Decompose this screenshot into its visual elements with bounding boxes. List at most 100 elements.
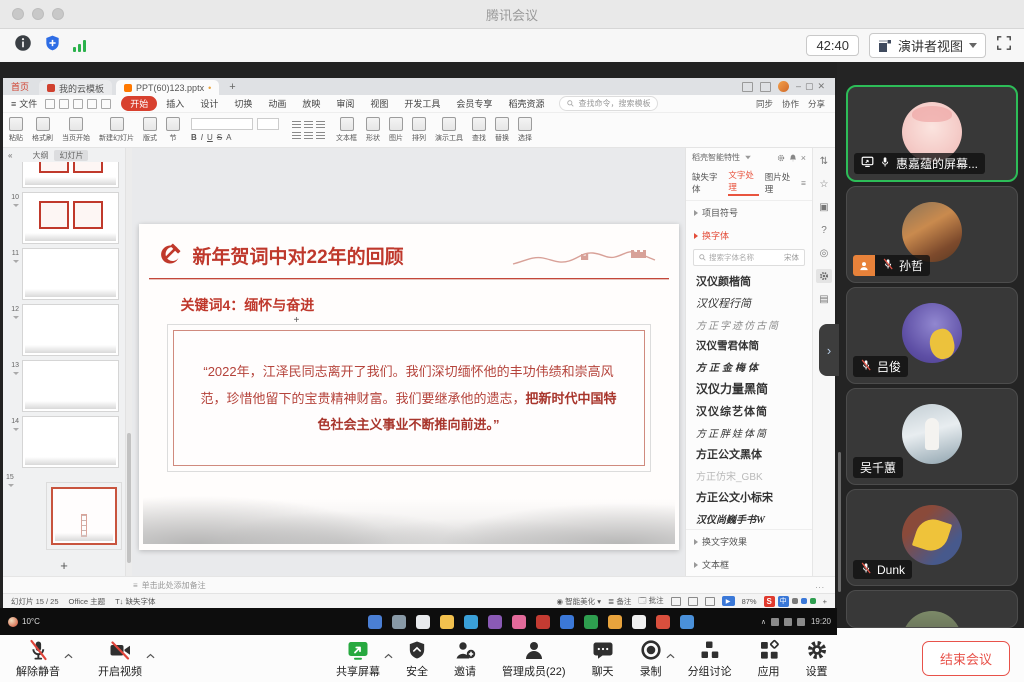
panel-tab-2[interactable]: 图片处理 — [765, 171, 795, 195]
menu-tab-4[interactable]: 动画 — [261, 96, 293, 111]
quick-access-icons[interactable] — [45, 99, 111, 109]
participant-tile-Dunk[interactable]: Dunk — [846, 489, 1018, 586]
command-search-box[interactable]: 查找命令，搜索模板 — [559, 96, 658, 111]
toolbar-settings-button[interactable]: 设置 — [806, 638, 828, 679]
taskbar-app-icon[interactable] — [560, 615, 574, 629]
toolbar-apps-button[interactable]: 应用 — [758, 638, 780, 679]
notes-bar[interactable]: ≡ 单击此处添加备注 ... — [3, 576, 835, 593]
chevron-up-icon[interactable] — [666, 646, 675, 664]
font-option[interactable]: 汉仪程行简 — [686, 292, 812, 314]
wps-template-tab[interactable]: 我的云模板 — [39, 80, 112, 96]
section-text-effects[interactable]: 换文字效果 — [686, 530, 812, 553]
format-button-B[interactable]: B — [191, 133, 197, 142]
menu-tab-2[interactable]: 设计 — [193, 96, 225, 111]
slide-thumbnail-12[interactable]: 12 — [3, 302, 125, 358]
menu-tab-0[interactable]: 开始 — [121, 96, 157, 111]
zoom-in-button[interactable]: + — [823, 597, 827, 606]
split-view-icon[interactable] — [742, 82, 753, 92]
settings-rail-icon[interactable] — [816, 269, 832, 283]
slide-thumbnail-10[interactable]: 10 — [3, 190, 125, 246]
notes-toggle[interactable]: ≣ 备注 — [608, 596, 631, 607]
font-name-select[interactable] — [191, 118, 253, 130]
ime-mic-icon[interactable] — [792, 598, 798, 604]
menu-right-2[interactable]: 分享 — [808, 98, 825, 110]
participant-tile-吕俊[interactable]: 吕俊 — [846, 287, 1018, 384]
view-mode-dropdown[interactable]: 演讲者视图 — [869, 33, 986, 58]
section-textbox[interactable]: 文本框 — [686, 553, 812, 576]
protection-shield-icon[interactable] — [44, 34, 61, 57]
taskbar-app-icon[interactable] — [656, 615, 670, 629]
taskbar-app-icon[interactable] — [680, 615, 694, 629]
copy-panel-icon[interactable]: ▣ — [816, 200, 832, 214]
menu-tab-6[interactable]: 审阅 — [329, 96, 361, 111]
ribbon-文本框[interactable]: 文本框 — [336, 117, 357, 143]
wps-account-avatar[interactable] — [778, 81, 789, 92]
outline-tab[interactable]: 大纲 — [32, 150, 48, 161]
ribbon-节[interactable]: 节 — [166, 117, 180, 143]
network-signal-icon[interactable] — [73, 40, 86, 52]
ribbon-演示工具[interactable]: 演示工具 — [435, 117, 463, 143]
smart-beautify-button[interactable]: ◉ 智能美化 ▾ — [557, 596, 602, 607]
toolbar-chat-button[interactable]: 聊天 — [592, 638, 614, 679]
align-icons[interactable] — [292, 132, 325, 140]
participant-tile-partial[interactable] — [846, 590, 1018, 628]
taskbar-app-icon[interactable] — [392, 615, 406, 629]
format-button-I[interactable]: I — [201, 133, 203, 142]
taskbar-app-icon[interactable] — [440, 615, 454, 629]
slide-thumbnail-14[interactable]: 14 — [3, 414, 125, 470]
collapse-panel-icon[interactable]: « — [8, 151, 12, 160]
notes-more-button[interactable]: ... — [815, 581, 825, 590]
font-size-select[interactable] — [257, 118, 279, 130]
ribbon-替换[interactable]: 替换 — [495, 117, 509, 143]
toolbar-record-button[interactable]: 录制 — [640, 638, 662, 679]
font-filter-label[interactable]: 宋体 — [784, 252, 799, 263]
zoom-level[interactable]: 87% — [742, 597, 757, 606]
taskbar-app-icon[interactable] — [632, 615, 646, 629]
font-option[interactable]: 方正胖娃体简 — [686, 422, 812, 443]
panel-tab-1[interactable]: 文字处理 — [728, 169, 758, 196]
menu-tab-9[interactable]: 会员专享 — [449, 96, 499, 111]
taskbar-app-icon[interactable] — [584, 615, 598, 629]
panel-menu-icon[interactable]: ≡ — [801, 178, 806, 188]
font-option[interactable]: 方正公文小标宋 — [686, 486, 812, 508]
format-button-S[interactable]: S — [217, 133, 222, 142]
participant-tile-吴千蕙[interactable]: 吴千蕙 — [846, 388, 1018, 485]
toolbar-breakout-button[interactable]: 分组讨论 — [688, 638, 732, 679]
slide-canvas[interactable]: 新年贺词中对22年的回顾 关键词4：缅怀与奋进 + — [132, 148, 685, 576]
taskbar-app-icon[interactable] — [464, 615, 478, 629]
normal-view-icon[interactable] — [671, 597, 681, 606]
menu-right-0[interactable]: 同步 — [756, 98, 773, 110]
slides-tab[interactable]: 幻灯片 — [54, 150, 88, 161]
missing-font-status[interactable]: T↓ 缺失字体 — [115, 596, 155, 607]
font-option[interactable]: 汉仪雪君体简 — [686, 335, 812, 356]
fullscreen-icon[interactable] — [996, 35, 1012, 56]
font-option[interactable]: 汉仪力量黑简 — [686, 377, 812, 400]
taskbar-weather[interactable]: 10°C — [8, 617, 40, 627]
panel-tab-0[interactable]: 缺失字体 — [692, 171, 722, 195]
close-panel-icon[interactable]: × — [801, 153, 806, 163]
slideshow-play-button[interactable]: ▶ — [722, 596, 735, 606]
font-option[interactable]: 方正仿宋_GBK — [686, 465, 812, 486]
ribbon-查找[interactable]: 查找 — [472, 117, 486, 143]
chevron-up-icon[interactable] — [64, 646, 73, 664]
reading-view-icon[interactable] — [705, 597, 715, 606]
wps-home-tab[interactable]: 首页 — [11, 80, 29, 93]
format-button-A[interactable]: A — [226, 133, 231, 142]
end-meeting-button[interactable]: 结束会议 — [922, 641, 1010, 676]
format-button-U[interactable]: U — [207, 133, 213, 142]
font-option[interactable]: 汉仪颜楷简 — [686, 270, 812, 292]
font-option[interactable]: 汉仪尚巍手书W — [686, 508, 812, 529]
section-change-font[interactable]: 换字体 — [686, 224, 812, 247]
sogou-ime-icon[interactable]: S — [764, 596, 775, 607]
wps-window-controls[interactable]: –▢✕ — [796, 81, 829, 92]
font-option[interactable]: 方正金梅体 — [686, 356, 812, 377]
toolbar-mute-button[interactable]: 解除静音 — [16, 638, 60, 679]
taskbar-app-icon[interactable] — [368, 615, 382, 629]
meeting-info-icon[interactable] — [14, 34, 32, 57]
toolbar-invite-button[interactable]: 邀请 — [454, 638, 476, 679]
ribbon-选择[interactable]: 选择 — [518, 117, 532, 143]
ribbon-版式[interactable]: 版式 — [143, 117, 157, 143]
section-bullets[interactable]: 项目符号 — [686, 201, 812, 224]
menu-tab-5[interactable]: 放映 — [295, 96, 327, 111]
participant-tile-孙哲[interactable]: 孙哲 — [846, 186, 1018, 283]
